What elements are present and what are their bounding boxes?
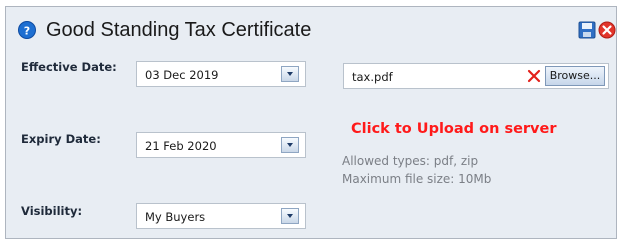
expiry-date-value: 21 Feb 2020 xyxy=(145,139,217,153)
file-upload-field[interactable]: tax.pdf Browse... xyxy=(343,63,609,89)
visibility-select[interactable]: My Buyers xyxy=(136,203,306,229)
certificate-panel: ? Good Standing Tax Certificate Effectiv… xyxy=(5,6,617,239)
visibility-label: Visibility: xyxy=(21,204,83,218)
title-bar: ? Good Standing Tax Certificate xyxy=(6,7,616,57)
browse-button[interactable]: Browse... xyxy=(545,66,605,86)
dialog-title: Good Standing Tax Certificate xyxy=(46,19,312,41)
close-icon[interactable] xyxy=(598,21,616,39)
upload-to-server-link[interactable]: Click to Upload on server xyxy=(351,121,557,137)
help-icon[interactable]: ? xyxy=(18,21,36,39)
chevron-down-icon[interactable] xyxy=(281,137,299,153)
effective-date-select[interactable]: 03 Dec 2019 xyxy=(136,61,306,87)
svg-text:?: ? xyxy=(24,25,30,38)
effective-date-value: 03 Dec 2019 xyxy=(145,68,219,82)
save-icon[interactable] xyxy=(578,21,596,39)
expiry-date-label: Expiry Date: xyxy=(21,132,101,146)
allowed-types-hint: Allowed types: pdf, zip xyxy=(342,154,479,168)
file-name-value: tax.pdf xyxy=(352,70,393,84)
chevron-down-icon[interactable] xyxy=(281,208,299,224)
visibility-value: My Buyers xyxy=(145,210,206,224)
effective-date-label: Effective Date: xyxy=(21,60,117,74)
max-size-hint: Maximum file size: 10Mb xyxy=(342,172,492,186)
clear-icon[interactable] xyxy=(526,68,542,84)
chevron-down-icon[interactable] xyxy=(281,66,299,82)
expiry-date-select[interactable]: 21 Feb 2020 xyxy=(136,132,306,158)
